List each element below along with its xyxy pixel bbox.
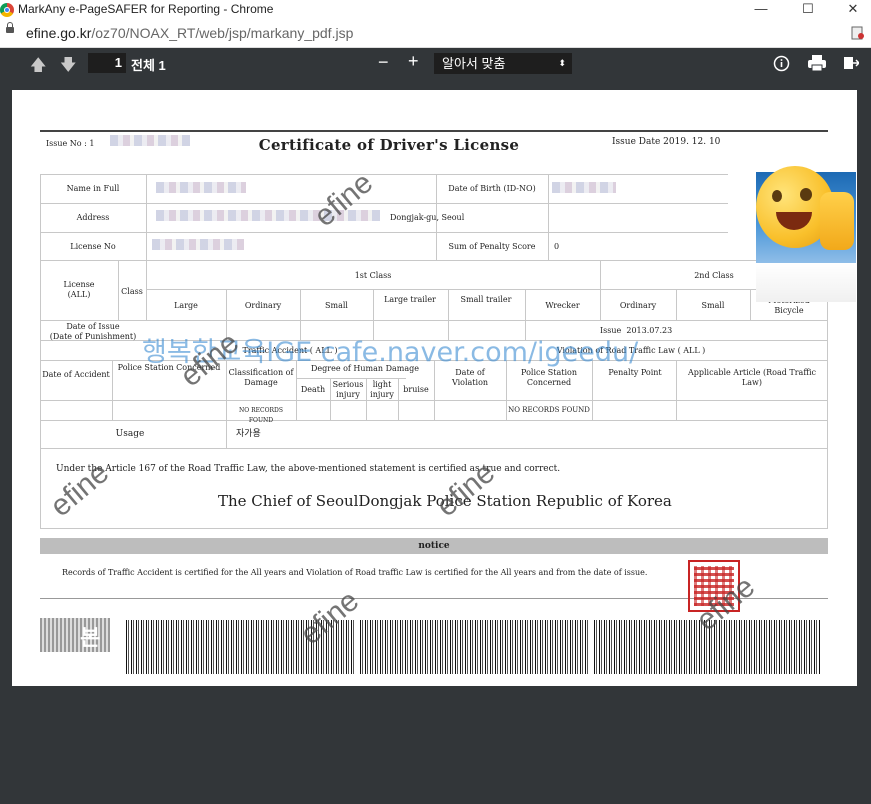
address-value: Dongjak-gu, Seoul	[390, 213, 465, 222]
license-no-label: License No	[70, 242, 116, 251]
col-death: Death	[300, 385, 326, 394]
usage-value: 자가용	[236, 429, 261, 439]
chrome-logo-icon	[0, 3, 14, 17]
pdf-toolbar: 🡅 🡇 1 전체 1 − + 알아서 맞춤 ⬍	[0, 48, 871, 79]
col-penalty-point: Penalty Point	[608, 368, 662, 377]
pdf-page: Issue No : 1 Certificate of Driver's Lic…	[12, 90, 857, 686]
info-icon[interactable]	[773, 55, 790, 72]
redacted-name	[156, 182, 246, 193]
class-ordinary: Ordinary	[244, 301, 282, 310]
no-records-accident: NO RECORDS FOUND	[239, 407, 283, 424]
redacted-license-no	[152, 239, 244, 250]
col-date-violation: Date of Violation	[451, 368, 489, 387]
class-label: Class	[121, 287, 143, 296]
window-titlebar: MarkAny e-PageSAFER for Reporting - Chro…	[0, 0, 871, 20]
penalty-value: 0	[554, 242, 560, 251]
license-all-label: License (ALL)	[63, 280, 95, 299]
prev-page-icon[interactable]: 🡅	[30, 54, 46, 81]
col-classification-damage: Classification of Damage	[228, 368, 294, 387]
penalty-label: Sum of Penalty Score	[448, 242, 536, 251]
window-title: MarkAny e-PageSAFER for Reporting - Chro…	[18, 2, 274, 16]
thumbs-up-icon	[820, 192, 854, 250]
class-wrecker: Wrecker	[545, 301, 580, 310]
minimize-button[interactable]: —	[743, 0, 779, 20]
next-page-icon[interactable]: 🡇	[60, 54, 76, 81]
address-bar[interactable]: efine.go.kr/oz70/NOAX_RT/web/jsp/markany…	[0, 20, 871, 48]
col-applicable-article: Applicable Article (Road Traffic Law)	[687, 368, 817, 387]
issue-date: Issue Date 2019. 12. 10	[612, 137, 721, 147]
col-light-injury: light injury	[370, 380, 394, 399]
name-label: Name in Full	[66, 184, 120, 193]
no-records-violation: NO RECORDS FOUND	[508, 406, 590, 414]
first-class-header: 1st Class	[354, 271, 392, 280]
url-text[interactable]: efine.go.kr/oz70/NOAX_RT/web/jsp/markany…	[26, 25, 353, 41]
page-total: 전체 1	[131, 58, 166, 73]
extension-icon[interactable]	[851, 26, 865, 40]
date-of-issue-label: Date of Issue (Date of Punishment)	[49, 322, 137, 341]
barcode-2	[360, 620, 588, 674]
col-date-accident: Date of Accident	[42, 370, 110, 379]
page-number-input[interactable]: 1	[88, 53, 126, 73]
class-large-trailer: Large trailer	[384, 295, 436, 304]
redacted-dob	[552, 182, 616, 193]
dob-label: Date of Birth (ID-NO)	[448, 184, 536, 193]
print-icon[interactable]	[806, 54, 828, 72]
barcode-label: 본	[40, 618, 110, 652]
class-small: Small	[325, 301, 348, 310]
lock-icon	[6, 22, 14, 33]
class-small-trailer: Small trailer	[460, 295, 512, 304]
class-large: Large	[174, 301, 198, 310]
col-police-station-2: Police Station Concerned	[521, 368, 577, 387]
driver-photo	[756, 166, 856, 302]
class-ordinary-2: Ordinary	[619, 301, 657, 310]
class-small-2: Small	[701, 301, 725, 310]
updown-icon: ⬍	[558, 58, 566, 68]
col-serious-injury: Serious injury	[332, 380, 364, 399]
maximize-button[interactable]: ☐	[790, 0, 826, 20]
zoom-out-button[interactable]: −	[378, 52, 389, 73]
save-icon[interactable]	[843, 55, 859, 71]
zoom-select[interactable]: 알아서 맞춤 ⬍	[434, 53, 572, 74]
notice-header: notice	[40, 538, 828, 554]
address-label: Address	[76, 213, 110, 222]
usage-label: Usage	[115, 429, 145, 439]
zoom-in-button[interactable]: +	[408, 51, 419, 72]
close-button[interactable]: ✕	[835, 0, 871, 20]
notice-text: Records of Traffic Accident is certified…	[62, 568, 648, 577]
col-bruise: bruise	[403, 385, 429, 394]
